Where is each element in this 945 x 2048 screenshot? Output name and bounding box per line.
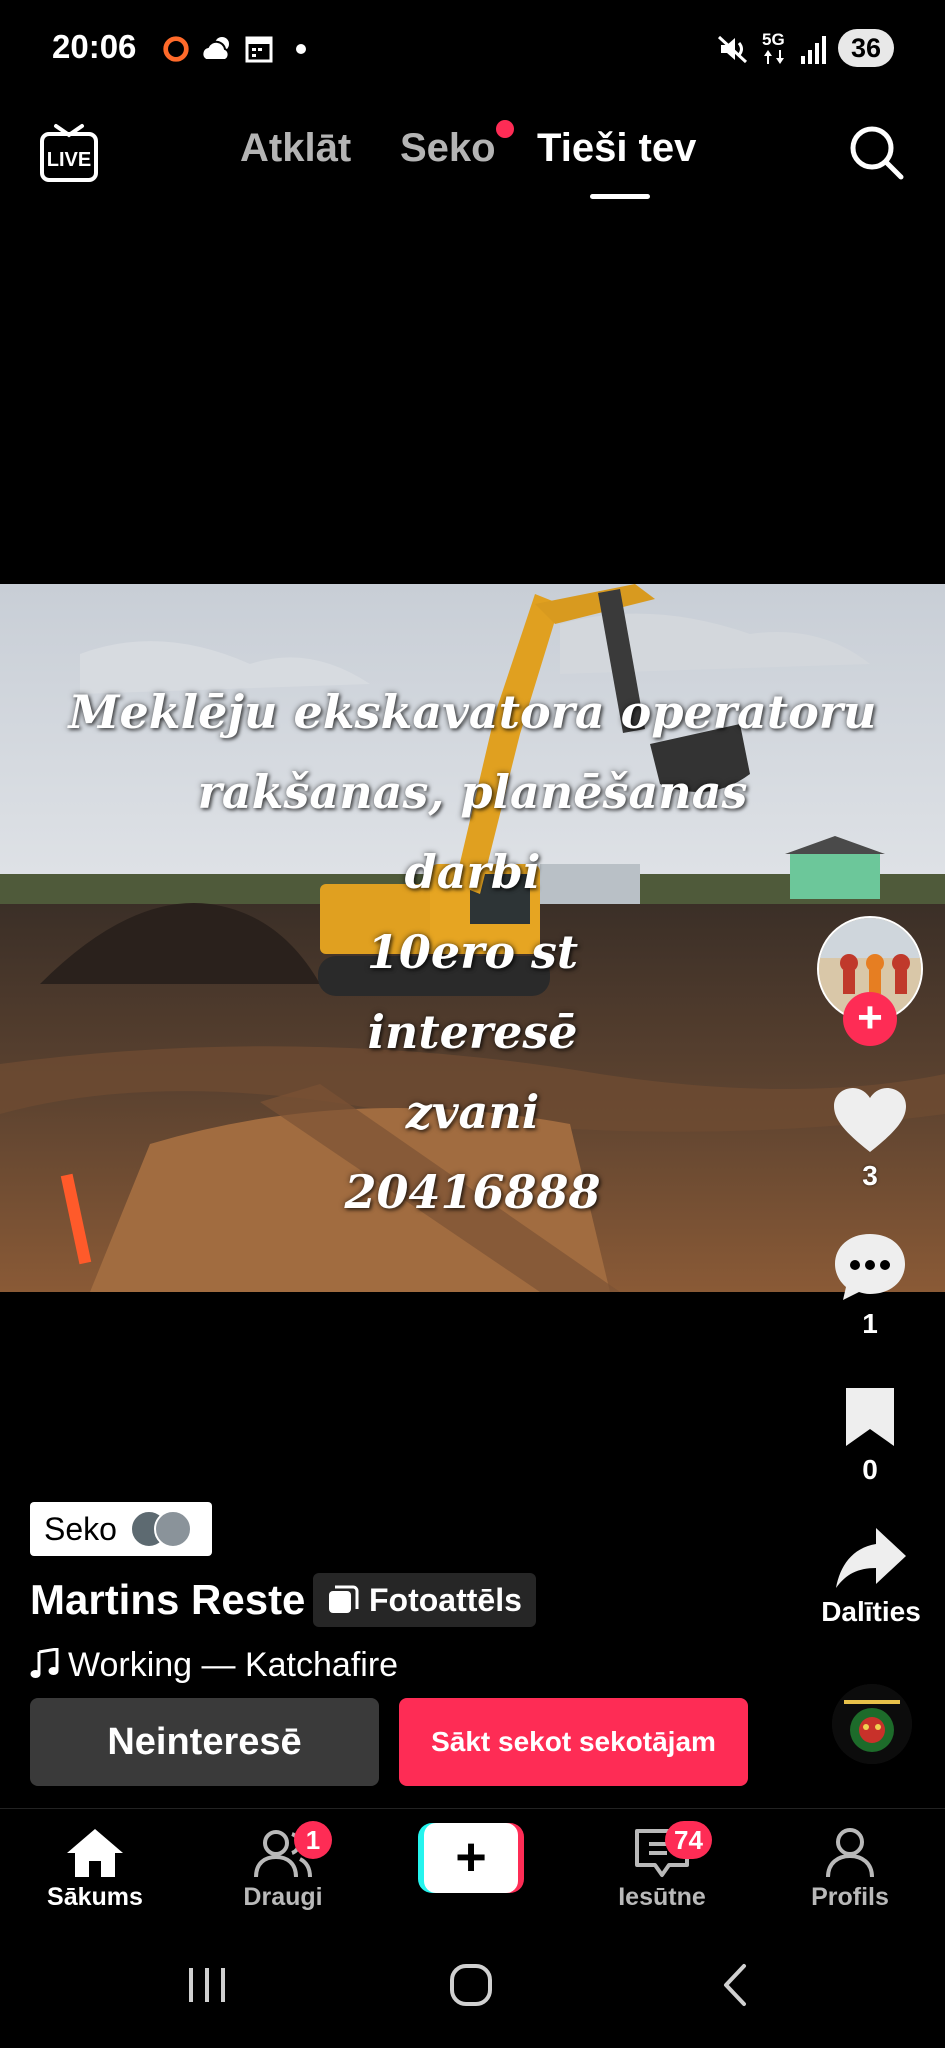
overlay-line: interesē (367, 1005, 578, 1059)
share-button[interactable]: Dalīties (806, 1526, 936, 1628)
overlay-line: rakšanas, planēšanas (197, 765, 748, 819)
album-art (832, 1684, 912, 1764)
like-button[interactable]: 3 (820, 1086, 920, 1192)
not-interested-button[interactable]: Neinteresē (30, 1698, 379, 1786)
share-icon (836, 1528, 906, 1588)
music-title: Working — Katchafire (68, 1646, 399, 1684)
nav-profile[interactable]: Profils (775, 1827, 925, 1912)
author-name[interactable]: Martins Reste (30, 1576, 305, 1624)
system-nav-bar (0, 1932, 945, 2048)
status-time: 20:06 (52, 28, 137, 65)
follow-chip-label: Seko (44, 1511, 117, 1547)
top-nav: LIVE Atklāt Seko Tieši tev (0, 100, 945, 210)
search-icon[interactable] (846, 122, 906, 182)
music-info[interactable]: Working — Katchafire (30, 1646, 398, 1685)
active-tab-indicator (590, 194, 650, 199)
follow-back-button[interactable]: Sākt sekot sekotājam (399, 1698, 748, 1786)
nav-friends-label: Draugi (243, 1883, 323, 1911)
overlay-line: 10ero st (366, 925, 579, 979)
nav-profile-label: Profils (811, 1883, 889, 1911)
follow-plus-button[interactable]: + (843, 992, 897, 1046)
comment-icon (835, 1234, 905, 1300)
signal-icon (801, 36, 826, 64)
home-system-icon[interactable] (448, 1962, 494, 2008)
heart-icon (834, 1088, 906, 1152)
music-disc[interactable] (832, 1684, 912, 1764)
recent-apps-icon[interactable] (185, 1962, 229, 2006)
follow-chip[interactable]: Seko (30, 1502, 212, 1556)
bookmark-icon (846, 1388, 894, 1446)
profile-icon (826, 1828, 874, 1878)
mute-icon (717, 35, 748, 64)
record-icon (163, 36, 189, 62)
comment-button[interactable]: 1 (820, 1232, 920, 1340)
music-note-icon (30, 1647, 59, 1678)
overlay-line: 20416888 (344, 1165, 601, 1219)
photo-overlay-text: Meklēju ekskavatora operatoru rakšanas, … (40, 672, 905, 1232)
back-icon[interactable] (718, 1962, 752, 2008)
photo-stack-icon (329, 1585, 359, 1613)
tab-discover[interactable]: Atklāt (240, 126, 351, 171)
battery-indicator: 36 (838, 29, 894, 67)
tab-for-you[interactable]: Tieši tev (537, 126, 696, 171)
follower-avatar (154, 1510, 192, 1548)
nav-home-label: Sākums (47, 1883, 143, 1911)
share-label: Dalīties (821, 1596, 921, 1627)
nav-inbox-label: Iesūtne (618, 1883, 706, 1911)
bottom-nav: Sākums Draugi 1 + Iesūtne 74 Profils (0, 1808, 945, 1920)
overlay-line: darbi (404, 845, 541, 899)
status-bar: 20:06 5G 36 (0, 0, 945, 96)
following-notification-dot (496, 120, 514, 138)
calendar-icon (245, 36, 273, 63)
live-icon[interactable]: LIVE (38, 122, 100, 184)
overlay-line: Meklēju ekskavatora operatoru (68, 685, 877, 739)
dot-icon (296, 44, 306, 54)
nav-inbox[interactable]: Iesūtne 74 (587, 1821, 737, 1912)
inbox-badge: 74 (665, 1821, 712, 1859)
friends-badge: 1 (294, 1821, 332, 1859)
nav-friends[interactable]: Draugi 1 (208, 1821, 358, 1912)
photo-mode-label: Fotoattēls (369, 1582, 522, 1618)
create-button[interactable]: + (418, 1823, 524, 1893)
home-icon (67, 1829, 123, 1877)
comment-count: 1 (862, 1308, 878, 1339)
post-photo[interactable]: Meklēju ekskavatora operatoru rakšanas, … (0, 584, 945, 1292)
weather-icon (201, 37, 230, 61)
plus-icon: + (424, 1823, 518, 1893)
save-button[interactable]: 0 (820, 1384, 920, 1486)
save-count: 0 (862, 1454, 878, 1485)
like-count: 3 (862, 1160, 878, 1191)
5g-icon: 5G (762, 30, 785, 64)
nav-home[interactable]: Sākums (20, 1827, 170, 1912)
overlay-line: zvani (405, 1085, 540, 1139)
live-label: LIVE (47, 149, 91, 171)
photo-mode-badge: Fotoattēls (313, 1573, 536, 1627)
svg-text:5G: 5G (762, 30, 785, 49)
tab-following[interactable]: Seko (400, 126, 496, 171)
